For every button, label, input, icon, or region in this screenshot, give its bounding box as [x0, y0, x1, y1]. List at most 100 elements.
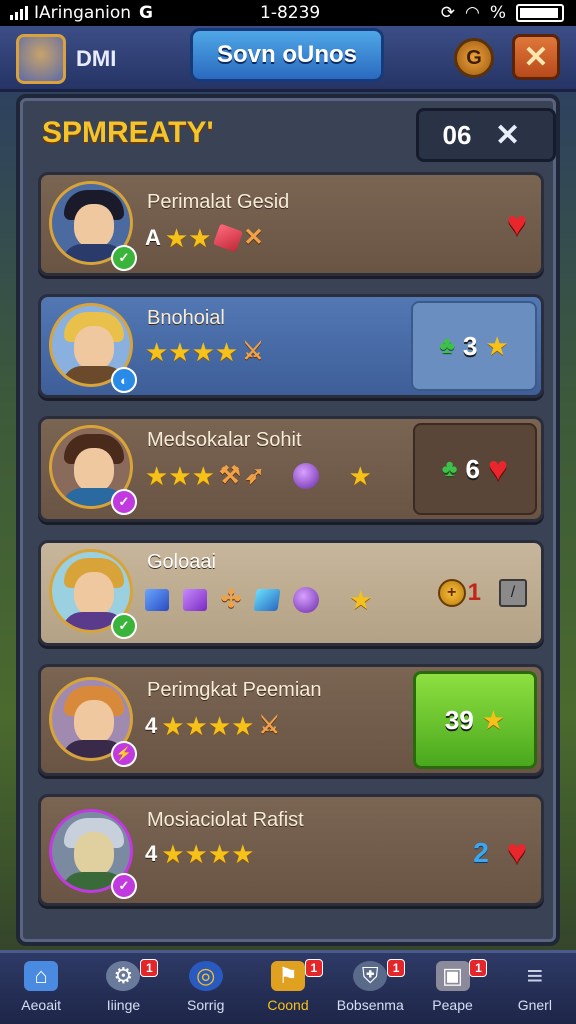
windmill-icon: ✣ [221, 586, 242, 613]
reward-box[interactable]: ♣ 3 ★ [411, 301, 537, 391]
nav-label: Sorrig [187, 997, 225, 1013]
amethyst-icon [183, 588, 207, 611]
heart-icon[interactable]: ♥ [507, 205, 527, 244]
sword-icon: ⚔ [258, 712, 280, 739]
wifi-icon: ◠ [465, 3, 480, 23]
top-bar: DMI Sovn oUnos G ✕ [0, 26, 576, 92]
heart-icon[interactable]: ♥ [507, 833, 527, 872]
status-time: 1-8239 [260, 3, 321, 23]
star-icon: ★ [348, 460, 372, 491]
star-icon: ★ [485, 331, 509, 361]
nav-item-home[interactable]: ⌂ Aeoait [0, 953, 82, 1024]
nav-label: Peape [432, 997, 473, 1013]
chest-icon: ▣ [435, 961, 470, 991]
battery-percent: % [489, 3, 506, 23]
nav-item-chest[interactable]: ▣ 1 Peape [411, 953, 493, 1024]
crystal-icon [253, 588, 281, 611]
class-badge: ✓ [111, 245, 137, 271]
home-icon: ⌂ [24, 961, 59, 991]
nav-label: Gnerl [517, 997, 552, 1013]
leaf-icon: ♣ [441, 455, 458, 482]
locked-slot-icon[interactable]: / [499, 579, 527, 607]
nav-label: Iiinge [106, 997, 141, 1013]
nav-label: Aeoait [21, 997, 61, 1013]
status-bar: IAringanion G 1-8239 ⟳ ◠ % [0, 0, 576, 26]
bow-icon: ⚒ [218, 462, 241, 489]
flag-icon: ⚑ [270, 961, 305, 991]
ruby-icon [212, 223, 243, 252]
swirl-value: 2 [473, 836, 489, 868]
close-panel-button[interactable]: ✕ [495, 118, 520, 153]
hero-prefix: 4 [145, 841, 158, 866]
class-badge: ✓ [111, 873, 137, 899]
hero-row[interactable]: ✓ Goloaai ✣ ★ + 1 / [38, 540, 544, 646]
hero-prefix: A [145, 224, 161, 250]
sword-icon: ⚔ [242, 338, 264, 365]
gear-icon: ⚙ [106, 961, 141, 991]
sync-icon: ⟳ [440, 3, 455, 23]
bottom-nav: ⌂ Aeoait ⚙ 1 Iiinge ◎ Sorrig ⚑ 1 Coond ⛨… [0, 950, 576, 1024]
counter-box: 06 ✕ [416, 108, 556, 162]
class-badge: ◐ [111, 367, 137, 393]
hero-row[interactable]: ✓ Mosiaciolat Rafist 4 ★★★★ 2 ♥ [38, 794, 544, 906]
carrier-mark: G [139, 3, 153, 23]
nav-item-ring[interactable]: ◎ Sorrig [165, 953, 247, 1024]
player-name: DMI [76, 46, 117, 71]
reward-value: 3 [462, 330, 478, 361]
nav-item-flag[interactable]: ⚑ 1 Coond [247, 953, 329, 1024]
hero-row[interactable]: ⚡ Perimgkat Peemian 4 ★★★★ ⚔ 39 ★ [38, 664, 544, 776]
nav-item-settings[interactable]: ⚙ 1 Iiinge [82, 953, 164, 1024]
notification-badge: 1 [469, 959, 488, 977]
upgrade-value: 39 [444, 704, 474, 735]
shield-icon: ⛨ [353, 961, 388, 991]
hero-name: Perimalat Gesid [147, 191, 290, 213]
hero-row[interactable]: ✓ Medsokalar Sohit ★★★ ⚒ ➶ ★ ♣ 6 ♥ [38, 416, 544, 522]
nav-item-menu[interactable]: ≡ Gnerl [494, 953, 576, 1024]
reward-value: 6 [465, 453, 481, 484]
hero-name: Bnohoial [147, 307, 225, 329]
notification-badge: 1 [387, 959, 406, 977]
sapphire-icon [145, 588, 169, 611]
star-icon: ★ [481, 705, 506, 735]
star-icon: ★ [349, 584, 373, 615]
notification-badge: 1 [140, 959, 159, 977]
upgrade-button[interactable]: 39 ★ [413, 671, 537, 769]
arrow-icon: ➶ [244, 462, 265, 489]
hero-row[interactable]: ✓ Perimalat Gesid A ★★ ✕ ♥ [38, 172, 544, 276]
close-screen-button[interactable]: ✕ [512, 34, 560, 80]
orb-icon [293, 586, 320, 613]
notification-badge: 1 [304, 959, 323, 977]
hero-name: Mosiaciolat Rafist [147, 809, 304, 831]
class-badge: ✓ [111, 489, 137, 515]
signal-icon [10, 6, 28, 20]
nav-label: Coond [267, 997, 309, 1013]
hero-row[interactable]: ◐ Bnohoial ★★★★ ⚔ ♣ 3 ★ [38, 294, 544, 398]
orb-icon [292, 462, 319, 489]
class-badge: ✓ [111, 613, 137, 639]
menu-icon: ≡ [526, 960, 543, 991]
coin-value: 1 [467, 579, 481, 606]
screen-title: Sovn oUnos [190, 28, 384, 82]
hero-name: Medsokalar Sohit [147, 429, 302, 451]
carrier-text: IAringanion [34, 3, 132, 23]
ring-icon: ◎ [188, 961, 223, 991]
nav-item-shield[interactable]: ⛨ 1 Bobsenma [329, 953, 411, 1024]
butterfly-icon: ✕ [243, 224, 264, 251]
hero-name: Perimgkat Peemian [147, 679, 322, 701]
player-avatar[interactable] [16, 34, 66, 84]
class-badge: ⚡ [111, 741, 137, 767]
counter-value: 06 [442, 119, 472, 150]
rating-stars: ★★ [164, 222, 212, 253]
rating-stars: ★★★★ [161, 839, 255, 869]
nav-label: Bobsenma [336, 997, 404, 1013]
heart-icon: ♥ [488, 449, 509, 488]
reward-box[interactable]: ♣ 6 ♥ [413, 423, 537, 515]
panel-title: SPMREATY' [42, 116, 214, 149]
rating-stars: ★★★★ [161, 710, 255, 741]
rating-stars: ★★★★ [145, 336, 239, 367]
hero-name: Goloaai [147, 551, 216, 573]
coin-icon: + [437, 579, 466, 607]
hero-prefix: 4 [145, 712, 158, 738]
currency-button[interactable]: G [454, 38, 494, 78]
leaf-icon: ♣ [439, 332, 455, 359]
